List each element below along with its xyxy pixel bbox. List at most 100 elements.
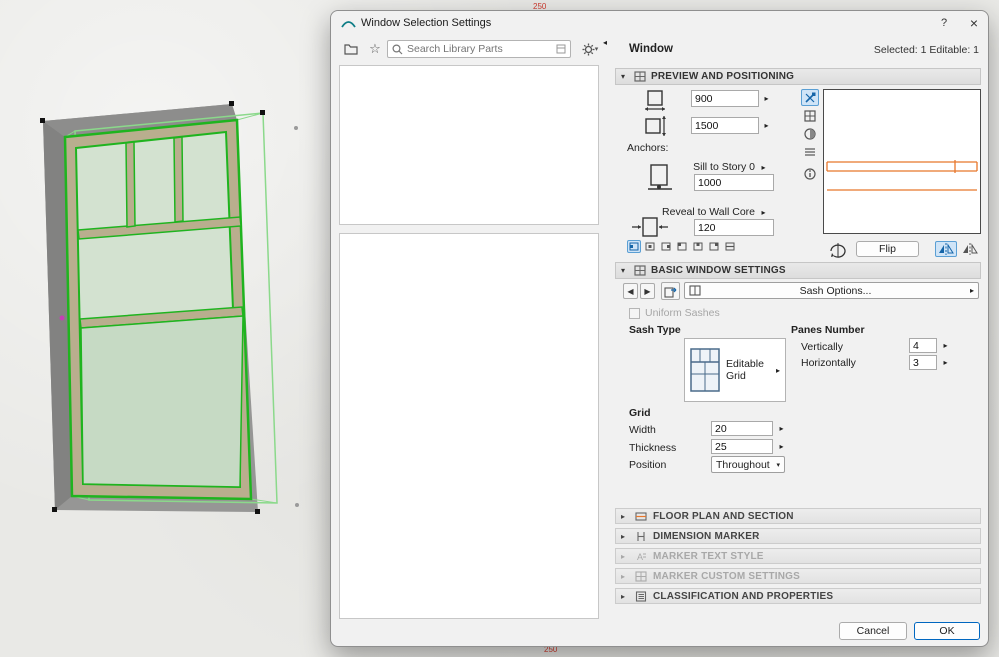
anchor-pos-button-2[interactable] <box>643 240 657 253</box>
library-preview-top[interactable] <box>339 65 599 225</box>
rotate-axis-icon[interactable] <box>827 241 849 259</box>
preview-mode-info-button[interactable] <box>801 165 819 182</box>
preview-mode-2d-button[interactable] <box>801 107 819 124</box>
section-preview-positioning[interactable]: ▾ PREVIEW AND POSITIONING <box>615 68 981 85</box>
info-icon <box>804 167 816 180</box>
flyout-arrow-icon: ▸ <box>775 365 780 375</box>
search-icon <box>392 43 403 54</box>
hammer-wrench-icon <box>805 92 816 103</box>
settings-menu-button[interactable]: ▾ <box>576 39 604 59</box>
window-height-icon <box>645 116 666 136</box>
window-section-icon <box>634 71 646 82</box>
reveal-anchor-label[interactable]: Reveal to Wall Core <box>661 206 755 218</box>
favorites-button[interactable]: ☆ <box>364 39 386 59</box>
section-title: PREVIEW AND POSITIONING <box>651 71 795 82</box>
mirror-b-button[interactable] <box>959 241 981 257</box>
cancel-button[interactable]: Cancel <box>839 622 907 640</box>
gear-icon <box>582 43 595 55</box>
grid-thickness-flyout-arrow[interactable]: ▸ <box>775 438 788 455</box>
section-dimension-marker[interactable]: ▸ DIMENSION MARKER <box>615 528 981 544</box>
preview-mode-default-button[interactable] <box>801 89 819 106</box>
anchor-pos-button-7[interactable] <box>723 240 737 253</box>
triangle-right-icon: ▸ <box>621 531 626 541</box>
width-flyout-arrow[interactable]: ▸ <box>760 90 773 107</box>
grid-width-input[interactable] <box>711 421 773 436</box>
section-basic-window-settings[interactable]: ▾ BASIC WINDOW SETTINGS <box>615 262 981 279</box>
sash-icon <box>689 285 701 296</box>
triangle-down-icon: ▾ <box>621 266 626 275</box>
close-button[interactable]: × <box>959 11 989 35</box>
anchor-pos-button-3[interactable] <box>659 240 673 253</box>
svg-text:A: A <box>637 552 643 562</box>
sash-type-selector[interactable]: Editable Grid ▸ <box>684 338 786 402</box>
search-input[interactable] <box>407 43 552 55</box>
folder-button[interactable] <box>340 39 362 59</box>
triangle-right-icon: ▸ <box>621 511 626 521</box>
next-page-button[interactable]: ▶ <box>640 283 655 299</box>
panes-number-label: Panes Number <box>791 324 865 336</box>
edit-hotspot <box>59 315 65 321</box>
transfer-settings-button[interactable] <box>661 282 680 300</box>
horizontally-input[interactable] <box>909 355 937 370</box>
flip-button[interactable]: Flip <box>856 241 919 257</box>
triangle-down-icon: ▾ <box>621 72 626 81</box>
panel-collapse-arrow[interactable]: ◂ <box>603 38 607 47</box>
anchor-pos-button-6[interactable] <box>707 240 721 253</box>
dialog-titlebar[interactable]: Window Selection Settings ? × <box>331 11 988 35</box>
selection-info: Selected: 1 Editable: 1 <box>873 44 979 56</box>
preview-mode-list-button[interactable] <box>801 143 819 160</box>
anchor-pos-button-5[interactable] <box>691 240 705 253</box>
width-input[interactable] <box>691 90 759 107</box>
horizontally-label: Horizontally <box>801 357 856 369</box>
selection-handle <box>260 110 265 115</box>
horizontally-flyout-arrow[interactable]: ▸ <box>939 354 952 371</box>
elevation-drawing <box>826 160 978 191</box>
section-floor-plan-and-section[interactable]: ▸ FLOOR PLAN AND SECTION <box>615 508 981 524</box>
height-flyout-arrow[interactable]: ▸ <box>760 117 773 134</box>
anchor-pos-icon-3 <box>661 242 671 251</box>
lower-glass <box>80 315 244 488</box>
mirror-a-button[interactable] <box>935 241 957 257</box>
vertically-label: Vertically <box>801 341 844 353</box>
section-title: FLOOR PLAN AND SECTION <box>653 510 794 522</box>
folder-icon <box>344 44 358 55</box>
transfer-settings-icon <box>664 286 677 298</box>
height-input[interactable] <box>691 117 759 134</box>
flyout-arrow-icon: ▸ <box>969 286 974 295</box>
section-classification-and-properties[interactable]: ▸ CLASSIFICATION AND PROPERTIES <box>615 588 981 604</box>
vertically-flyout-arrow[interactable]: ▸ <box>939 337 952 354</box>
anchor-pos-button-4[interactable] <box>675 240 689 253</box>
grid-width-flyout-arrow[interactable]: ▸ <box>775 420 788 437</box>
triangle-right-icon: ▸ <box>621 551 626 561</box>
section-marker-custom-settings[interactable]: ▸ MARKER CUSTOM SETTINGS <box>615 568 981 584</box>
reveal-depth-input[interactable] <box>694 219 774 236</box>
vertically-input[interactable] <box>909 338 937 353</box>
preview-mode-3d-button[interactable] <box>801 125 819 142</box>
triangle-right-icon: ▸ <box>621 591 626 601</box>
anchor-pos-icon-2 <box>645 242 655 251</box>
anchor-pos-button-1[interactable] <box>627 240 641 253</box>
sash-options-label: Sash Options... <box>799 284 872 297</box>
prev-page-button[interactable]: ◀ <box>623 283 638 299</box>
marker-custom-settings-icon <box>635 570 647 582</box>
sill-anchor-label[interactable]: Sill to Story 0 <box>671 161 755 173</box>
section-marker-text-style[interactable]: ▸ A MARKER TEXT STYLE <box>615 548 981 564</box>
anchor-pos-icon-4 <box>677 242 687 251</box>
window-3d-model[interactable] <box>18 88 308 528</box>
grid-thickness-input[interactable] <box>711 439 773 454</box>
library-preview-bottom[interactable] <box>339 233 599 619</box>
grid-position-dropdown[interactable]: Throughout ▾ <box>711 456 785 473</box>
search-box[interactable] <box>387 40 571 58</box>
elevation-preview[interactable] <box>823 89 981 234</box>
archicad-icon <box>341 21 356 28</box>
sash-options-dropdown[interactable]: Sash Options... ▸ <box>684 282 979 299</box>
dimension-marker-icon <box>637 531 645 541</box>
anchor-pos-icon-1 <box>629 242 639 251</box>
help-button[interactable]: ? <box>929 11 959 35</box>
collapsed-sections: ▸ FLOOR PLAN AND SECTION ▸ DIMENSION MAR… <box>615 508 981 608</box>
list-icon <box>805 147 815 156</box>
sill-anchor-icon <box>648 164 672 190</box>
uniform-sashes-checkbox[interactable] <box>629 308 640 319</box>
ok-button[interactable]: OK <box>914 622 980 640</box>
sill-height-input[interactable] <box>694 174 774 191</box>
